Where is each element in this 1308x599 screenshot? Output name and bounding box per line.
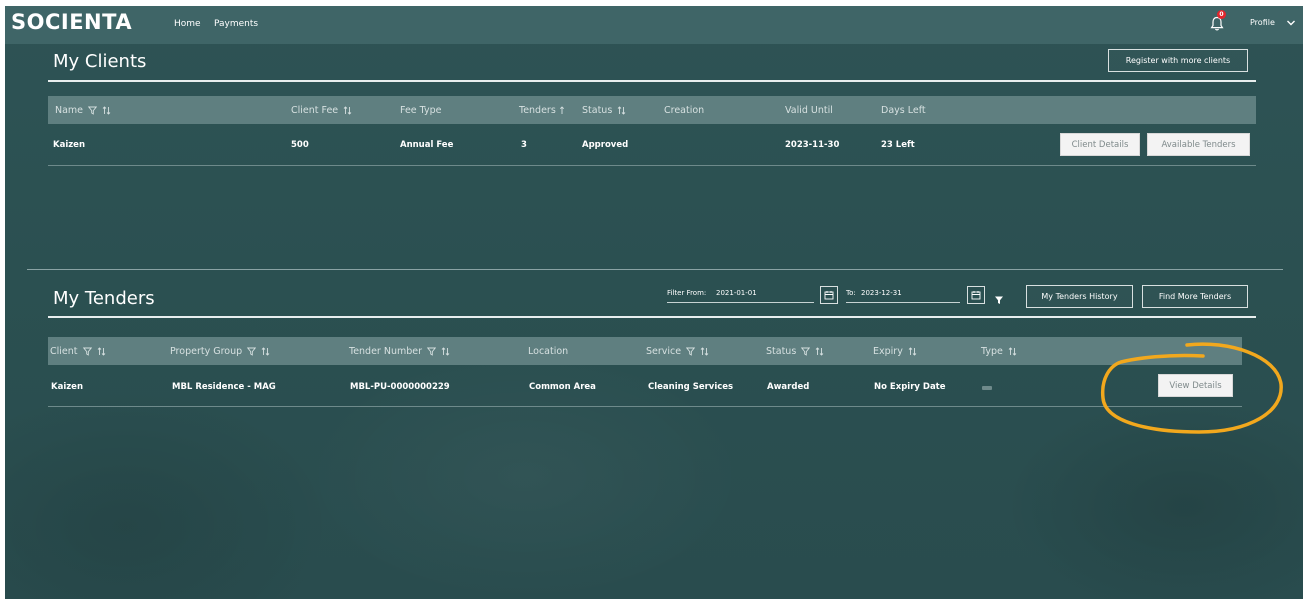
column-header-tenders[interactable]: Tenders xyxy=(519,105,565,116)
fee-type-cell: Annual Fee xyxy=(400,140,454,150)
filter-to-label: To: xyxy=(846,289,856,297)
column-header-tender-status[interactable]: Status xyxy=(766,346,824,357)
filter-from-input[interactable]: 2021-01-01 xyxy=(716,289,757,297)
register-more-clients-button[interactable]: Register with more clients xyxy=(1108,49,1248,72)
clients-title-rule xyxy=(48,80,1256,82)
client-fee-cell: 500 xyxy=(291,140,309,150)
filter-icon[interactable] xyxy=(801,347,811,356)
filter-icon[interactable] xyxy=(88,106,98,115)
column-header-name[interactable]: Name xyxy=(55,105,111,116)
sort-icon[interactable] xyxy=(102,106,111,115)
available-tenders-button[interactable]: Available Tenders xyxy=(1147,133,1250,156)
valid-until-cell: 2023-11-30 xyxy=(785,140,840,150)
view-details-button[interactable]: View Details xyxy=(1158,374,1233,397)
section-divider xyxy=(27,269,1283,270)
service-cell: Cleaning Services xyxy=(648,382,734,392)
column-header-creation: Creation xyxy=(664,105,705,116)
navbar: SOCIENTA Home Payments 0 Profile xyxy=(5,6,1303,44)
calendar-icon xyxy=(824,291,834,300)
chevron-down-icon[interactable] xyxy=(1286,18,1296,28)
column-header-expiry[interactable]: Expiry xyxy=(873,346,917,357)
filter-icon[interactable] xyxy=(686,347,696,356)
column-header-client-fee[interactable]: Client Fee xyxy=(291,105,352,116)
client-name-cell: Kaizen xyxy=(53,140,85,150)
sort-icon[interactable] xyxy=(261,347,270,356)
column-header-fee-type: Fee Type xyxy=(400,105,442,116)
column-header-status[interactable]: Status xyxy=(582,105,626,116)
my-tenders-history-button[interactable]: My Tenders History xyxy=(1026,285,1133,308)
table-row: Kaizen 500 Annual Fee 3 Approved 2023-11… xyxy=(48,124,1256,166)
sort-icon[interactable] xyxy=(908,347,917,356)
clients-table-header: Name Client Fee Fee Type Tenders Status … xyxy=(48,96,1256,124)
sort-icon[interactable] xyxy=(617,106,626,115)
table-row: Kaizen MBL Residence - MAG MBL-PU-000000… xyxy=(48,365,1242,407)
type-indicator xyxy=(982,386,992,390)
client-details-button[interactable]: Client Details xyxy=(1060,133,1140,156)
column-header-service[interactable]: Service xyxy=(646,346,709,357)
find-more-tenders-button[interactable]: Find More Tenders xyxy=(1142,285,1248,308)
sort-icon[interactable] xyxy=(97,347,106,356)
calendar-icon xyxy=(971,291,981,300)
tenders-table-header: Client Property Group Tender Number Loca… xyxy=(48,337,1242,365)
days-left-cell: 23 Left xyxy=(881,140,915,150)
sort-icon[interactable] xyxy=(815,347,824,356)
sort-icon[interactable] xyxy=(343,106,352,115)
column-header-location: Location xyxy=(528,346,569,357)
column-header-days-left: Days Left xyxy=(881,105,926,116)
nav-payments-link[interactable]: Payments xyxy=(214,19,258,29)
tender-status-cell: Awarded xyxy=(767,382,810,392)
notification-badge: 0 xyxy=(1217,10,1226,19)
notifications-button[interactable]: 0 xyxy=(1208,10,1228,32)
from-date-picker-button[interactable] xyxy=(820,286,838,304)
tenders-count-cell: 3 xyxy=(521,140,527,150)
client-status-cell: Approved xyxy=(582,140,629,150)
brand-logo[interactable]: SOCIENTA xyxy=(11,10,132,34)
app-window: SOCIENTA Home Payments 0 Profile My Clie… xyxy=(5,6,1303,599)
property-group-cell: MBL Residence - MAG xyxy=(172,382,276,392)
tenders-section-title: My Tenders xyxy=(53,288,155,309)
sort-icon[interactable] xyxy=(700,347,709,356)
filter-icon[interactable] xyxy=(247,347,257,356)
tender-number-cell: MBL-PU-0000000229 xyxy=(350,382,450,392)
sort-asc-icon[interactable] xyxy=(559,106,565,115)
filter-to-underline xyxy=(846,302,960,303)
filter-icon[interactable] xyxy=(427,347,437,356)
expiry-cell: No Expiry Date xyxy=(874,382,946,392)
apply-filter-button[interactable] xyxy=(994,290,1006,304)
filter-from-label: Filter From: xyxy=(667,289,707,297)
column-header-valid-until: Valid Until xyxy=(785,105,833,116)
filter-icon xyxy=(995,296,1003,304)
column-header-client[interactable]: Client xyxy=(50,346,106,357)
profile-menu[interactable]: Profile xyxy=(1250,18,1275,27)
tender-client-cell: Kaizen xyxy=(51,382,83,392)
filter-icon[interactable] xyxy=(82,347,92,356)
column-header-type[interactable]: Type xyxy=(981,346,1017,357)
filter-to-input[interactable]: 2023-12-31 xyxy=(861,289,902,297)
to-date-picker-button[interactable] xyxy=(967,286,985,304)
nav-home-link[interactable]: Home xyxy=(174,19,201,29)
sort-icon[interactable] xyxy=(441,347,450,356)
tenders-title-rule xyxy=(48,316,1256,318)
sort-icon[interactable] xyxy=(1008,347,1017,356)
column-header-tender-number[interactable]: Tender Number xyxy=(349,346,450,357)
location-cell: Common Area xyxy=(529,382,596,392)
clients-section-title: My Clients xyxy=(53,51,147,72)
column-header-property-group[interactable]: Property Group xyxy=(170,346,270,357)
filter-from-underline xyxy=(667,302,814,303)
